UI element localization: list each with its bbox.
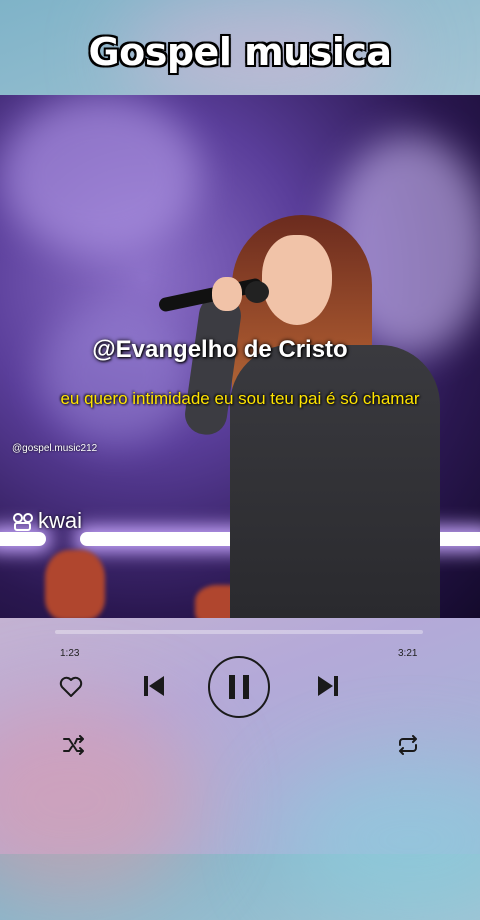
stage-light [0, 532, 46, 546]
page-title: Gospel musica [88, 30, 392, 74]
crowd-hand [45, 550, 105, 618]
pause-button[interactable] [208, 656, 270, 718]
progress-bar[interactable] [55, 630, 423, 634]
overlay-handle: @Evangelho de Cristo [92, 336, 348, 363]
kwai-brand: kwai [38, 508, 83, 533]
next-icon[interactable] [312, 670, 344, 702]
singer-face [262, 235, 332, 325]
previous-icon[interactable] [138, 670, 170, 702]
repeat-icon[interactable] [394, 732, 422, 758]
lyrics-caption: eu quero intimidade eu sou teu pai é só … [60, 389, 420, 408]
heart-icon[interactable] [56, 672, 86, 702]
microphone-head [245, 281, 269, 303]
total-time: 3:21 [398, 648, 418, 659]
kwai-logo-icon [13, 513, 33, 532]
singer-hand [212, 277, 242, 311]
kwai-username: @gospel.music212 [12, 443, 98, 454]
kwai-watermark: kwai [12, 508, 82, 534]
pause-icon [229, 675, 249, 699]
elapsed-time: 1:23 [60, 648, 80, 659]
shuffle-icon[interactable] [60, 732, 88, 758]
